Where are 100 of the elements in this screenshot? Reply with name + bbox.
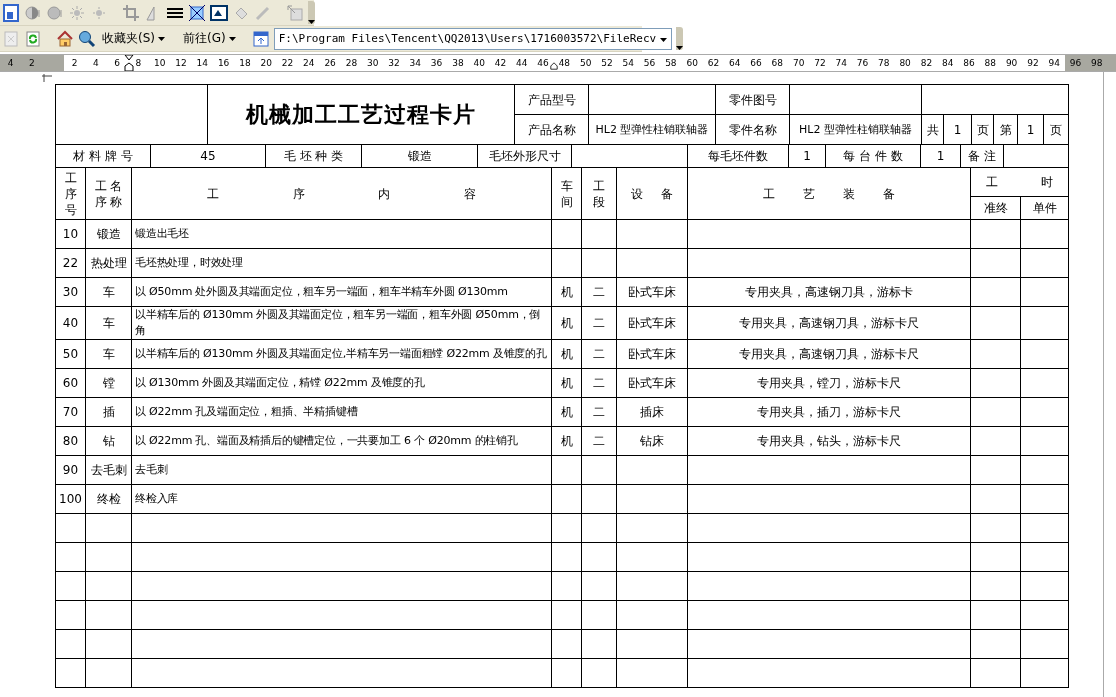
table-cell: 终检	[85, 484, 132, 514]
table-cell: 专用夹具，镗刀，游标卡尺	[687, 368, 971, 398]
table-cell: 90	[55, 455, 86, 485]
table-cell: 以 Ø22mm 孔及端面定位，粗插、半精插键槽	[131, 397, 552, 427]
ruler-number: 50	[579, 58, 592, 68]
ruler-number: 52	[601, 58, 613, 68]
indent-marker-icon[interactable]	[124, 55, 134, 71]
table-cell: 终检入库	[131, 484, 552, 514]
table-cell: 材 料 牌 号	[55, 144, 151, 168]
table-cell: 毛坯热处理，时效处理	[131, 248, 552, 278]
table-cell: 锻造	[85, 219, 132, 249]
go-menu-button[interactable]: 前往(G)	[181, 30, 238, 47]
card-title: 机械加工工艺过程卡片	[207, 84, 515, 145]
table-cell: 10	[55, 219, 86, 249]
ruler-number: 26	[324, 58, 336, 68]
ruler-number: 88	[984, 58, 997, 68]
address-field[interactable]: F:\Program Files\Tencent\QQ2013\Users\1716003572\FileRecv	[273, 27, 673, 50]
ruler-number: 28	[345, 58, 358, 68]
ruler-number: 74	[835, 58, 847, 68]
table-cell: 二	[581, 339, 617, 369]
table-cell: 每毛坯件数	[687, 144, 789, 168]
contrast-icon[interactable]	[24, 3, 42, 22]
table-cell: 工 艺 装 备	[687, 167, 971, 220]
ruler-number: 62	[707, 58, 720, 68]
ruler-number: 60	[686, 58, 698, 68]
ruler-number: 46	[537, 58, 549, 68]
ruler-number: 30	[366, 58, 379, 68]
table-cell: 70	[55, 397, 86, 427]
table-cell: 卧式车床	[616, 306, 688, 340]
favorites-menu-button[interactable]: 收藏夹(S)	[100, 30, 167, 47]
ruler-number: 8	[135, 58, 142, 68]
table-cell: 锻造	[361, 144, 478, 168]
picture-icon[interactable]	[210, 3, 228, 22]
table-cell: 以半精车后的 Ø130mm 外圆及其端面定位，粗车另一端面，粗车外圆 Ø50mm，倒角	[131, 306, 552, 340]
table-cell: 专用夹具，高速钢刀具，游标卡尺	[687, 306, 971, 340]
table-cell: 1	[788, 144, 826, 168]
ruler-number: 32	[388, 58, 400, 68]
window-icon[interactable]	[251, 29, 270, 48]
search-icon[interactable]	[78, 29, 96, 48]
table-cell: 60	[55, 368, 86, 398]
margin-corner-icon	[42, 74, 52, 84]
ruler-number: 2	[29, 58, 35, 68]
table-cell: 去毛刺	[85, 455, 132, 485]
ruler-number: 2	[71, 58, 78, 68]
table-cell: 卧式车床	[616, 339, 688, 369]
table-cell: 工 序 号	[55, 167, 86, 220]
table-cell: 机	[551, 277, 582, 307]
table-cell: 车	[85, 277, 132, 307]
refresh-icon[interactable]	[24, 29, 42, 48]
select-icon[interactable]	[2, 3, 20, 22]
ruler-number: 16	[217, 58, 230, 68]
table-cell: 二	[581, 368, 617, 398]
table-cell: 100	[55, 484, 86, 514]
table-cell: 专用夹具，高速钢刀具，游标卡尺	[687, 339, 971, 369]
ruler-number: 36	[430, 58, 443, 68]
ruler-number: 22	[281, 58, 294, 68]
indent-marker-icon[interactable]	[550, 62, 558, 70]
table-cell: 车	[85, 339, 132, 369]
ruler-number: 78	[878, 58, 890, 68]
table-cell: 30	[55, 277, 86, 307]
toolbar-options-button[interactable]	[676, 27, 684, 50]
ruler-number: 94	[1048, 58, 1060, 68]
table-cell: 插床	[616, 397, 688, 427]
table-cell: 专用夹具，插刀，游标卡尺	[687, 397, 971, 427]
ruler-number: 82	[920, 58, 933, 68]
resize-picture-icon[interactable]	[188, 3, 206, 22]
table-cell: 以 Ø22mm 孔、端面及精插后的键槽定位，一共要加工 6 个 Ø20mm 的柱销孔	[131, 426, 552, 456]
table-cell: 车	[85, 306, 132, 340]
ruler-number: 40	[473, 58, 485, 68]
ruler-number: 96	[1069, 58, 1082, 68]
table-cell: 产品型号	[514, 84, 589, 115]
table-cell: 专用夹具，钻头，游标卡尺	[687, 426, 971, 456]
ruler-number: 92	[1027, 58, 1039, 68]
table-cell: 专用夹具，高速钢刀具，游标卡	[687, 277, 971, 307]
table-cell: 二	[581, 306, 617, 340]
home-icon[interactable]	[56, 29, 74, 48]
table-cell: 80	[55, 426, 86, 456]
table-cell: 毛 坯 种 类	[265, 144, 362, 168]
table-cell: 工 名 序 称	[85, 167, 132, 220]
table-cell: 毛坯外形尺寸	[477, 144, 572, 168]
ruler-number: 90	[1005, 58, 1018, 68]
toolbar-options-button[interactable]	[308, 1, 315, 24]
ruler-number: 64	[729, 58, 741, 68]
table-cell: 50	[55, 339, 86, 369]
table-cell: 以半精车后的 Ø130mm 外圆及其端面定位,半精车另一端面粗镗 Ø22mm 及锥度的孔	[131, 339, 552, 369]
ruler-number: 56	[643, 58, 656, 68]
table-cell: 镗	[85, 368, 132, 398]
table-cell: 卧式车床	[616, 277, 688, 307]
table-cell: 零件图号	[715, 84, 790, 115]
table-cell: 锻造出毛坯	[131, 219, 552, 249]
table-cell: 卧式车床	[616, 368, 688, 398]
table-cell: 工 段	[581, 167, 617, 220]
table-cell: 二	[581, 277, 617, 307]
table-cell: 40	[55, 306, 86, 340]
table-cell: 机	[551, 426, 582, 456]
ruler-number: 84	[942, 58, 954, 68]
ruler-number: 70	[792, 58, 805, 68]
ruler-number: 98	[1091, 58, 1103, 68]
table-cell: 备 注	[960, 144, 1004, 168]
table-cell: 以 Ø50mm 处外圆及其端面定位，粗车另一端面，粗车半精车外圆 Ø130mm	[131, 277, 552, 307]
